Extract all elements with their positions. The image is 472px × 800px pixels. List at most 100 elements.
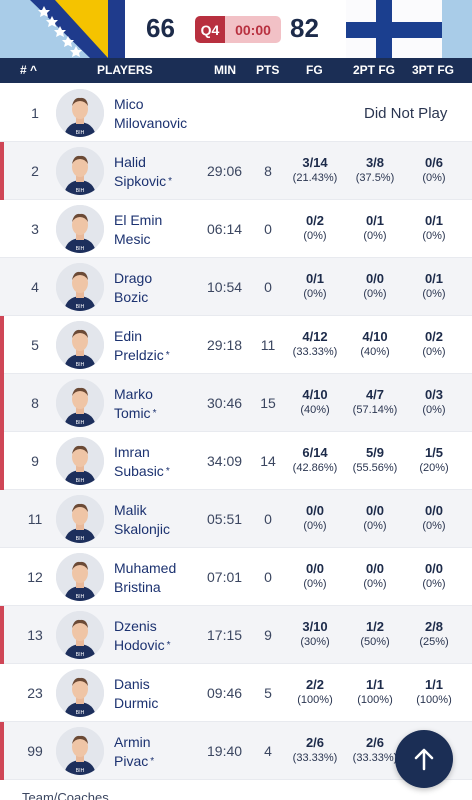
- 3pt-percent: (0%): [422, 346, 446, 358]
- fg-cell: 3/10 (30%): [285, 619, 345, 649]
- minutes-value: 06:14: [207, 221, 243, 237]
- player-last-name: Pivac: [114, 753, 149, 769]
- sort-number-header[interactable]: # ^: [20, 63, 37, 77]
- player-number: 4: [31, 279, 39, 295]
- player-name-link[interactable]: Muhamed Bristina: [114, 559, 176, 597]
- 3pt-cell: 0/2 (0%): [404, 329, 464, 359]
- fg-percent: (30%): [300, 636, 330, 648]
- starter-indicator: [0, 142, 4, 200]
- 2pt-cell: 5/9 (55.56%): [345, 445, 405, 475]
- scroll-to-top-button[interactable]: [395, 730, 453, 788]
- starter-asterisk: *: [150, 756, 155, 767]
- player-first-name: Edin: [114, 328, 143, 344]
- team-coaches-label: Team/Coaches: [22, 790, 109, 800]
- table-row[interactable]: 13 BIH Dzenis Hodovic * 17:15 9 3/10 (30%) 1/2 (50…: [0, 606, 472, 664]
- player-name-link[interactable]: Armin Pivac *: [114, 733, 154, 771]
- 3pt-fg-header[interactable]: 3PT FG: [412, 63, 454, 77]
- did-not-play-label: Did Not Play: [364, 105, 448, 122]
- player-table: 1 BIH Mico Milovanovic Did Not Play 2 BIH Halid…: [0, 84, 472, 780]
- starter-indicator: [0, 432, 4, 490]
- starter-indicator: [0, 374, 4, 432]
- player-name-link[interactable]: El Emin Mesic: [114, 211, 162, 249]
- player-name-link[interactable]: Marko Tomic *: [114, 385, 156, 423]
- table-row[interactable]: 8 BIH Marko Tomic * 30:46 15 4/10 (40%) 4/7 (57.14…: [0, 374, 472, 432]
- 2pt-made-attempted: 1/1: [365, 677, 385, 692]
- player-name-link[interactable]: Drago Bozic: [114, 269, 152, 307]
- fg-percent: (21.43%): [292, 172, 338, 184]
- home-score: 66: [146, 13, 175, 43]
- points-value: 0: [264, 569, 272, 585]
- 3pt-made-attempted: 0/1: [424, 213, 444, 228]
- 3pt-made-attempted: 0/2: [424, 329, 444, 344]
- player-number: 1: [31, 105, 39, 121]
- table-row[interactable]: 12 BIH Muhamed Bristina 07:01 0 0/0 (0%) 0/0 (0%)…: [0, 548, 472, 606]
- player-name-link[interactable]: Malik Skalonjic: [114, 501, 170, 539]
- table-row[interactable]: 23 BIH Danis Durmic 09:46 5 2/2 (100%) 1/1 (100%)…: [0, 664, 472, 722]
- player-first-name: Armin: [114, 734, 151, 750]
- player-last-name: Skalonjic: [114, 521, 171, 537]
- player-last-name: Sipkovic: [114, 173, 167, 189]
- svg-text:BIH: BIH: [76, 652, 85, 658]
- points-value: 0: [264, 221, 272, 237]
- player-first-name: Halid: [114, 154, 146, 170]
- table-row[interactable]: 11 BIH Malik Skalonjic 05:51 0 0/0 (0%) 0/0 (0%) 0…: [0, 490, 472, 548]
- svg-text:BIH: BIH: [76, 420, 85, 426]
- sort-caret-icon: ^: [30, 63, 38, 77]
- player-name-link[interactable]: Halid Sipkovic *: [114, 153, 172, 191]
- min-header[interactable]: MIN: [214, 63, 236, 77]
- players-header[interactable]: PLAYERS: [97, 63, 153, 77]
- table-row[interactable]: 4 BIH Drago Bozic 10:54 0 0/1 (0%) 0/0 (0%) 0/1 (0%…: [0, 258, 472, 316]
- fg-cell: 0/1 (0%): [285, 271, 345, 301]
- minutes-value: 17:15: [207, 627, 243, 643]
- fg-header[interactable]: FG: [306, 63, 323, 77]
- points-value: 9: [264, 627, 272, 643]
- player-avatar: BIH: [56, 321, 104, 369]
- minutes-value: 30:46: [207, 395, 243, 411]
- 2pt-made-attempted: 0/0: [365, 503, 385, 518]
- player-first-name: El Emin: [114, 212, 163, 228]
- table-row[interactable]: 5 BIH Edin Preldzic * 29:18 11 4/12 (33.33%) 4/10…: [0, 316, 472, 374]
- 2pt-cell: 4/10 (40%): [345, 329, 405, 359]
- minutes-value: 29:06: [207, 163, 243, 179]
- player-last-name: Subasic: [114, 463, 164, 479]
- points-value: 0: [264, 279, 272, 295]
- player-name-link[interactable]: Mico Milovanovic: [114, 95, 187, 133]
- 3pt-percent: (100%): [416, 694, 452, 706]
- points-value: 14: [260, 453, 276, 469]
- player-first-name: Malik: [114, 502, 147, 518]
- fg-made-attempted: 4/10: [302, 387, 328, 402]
- 3pt-made-attempted: 1/5: [424, 445, 444, 460]
- table-row[interactable]: 3 BIH El Emin Mesic 06:14 0 0/2 (0%) 0/1 (0%) 0/1 (…: [0, 200, 472, 258]
- table-row[interactable]: 1 BIH Mico Milovanovic Did Not Play: [0, 84, 472, 142]
- player-name-link[interactable]: Danis Durmic: [114, 675, 158, 713]
- table-row[interactable]: 2 BIH Halid Sipkovic * 29:06 8 3/14 (21.43%) 3/8 (…: [0, 142, 472, 200]
- 2pt-percent: (0%): [363, 230, 387, 242]
- svg-text:BIH: BIH: [76, 710, 85, 716]
- 2pt-made-attempted: 0/0: [365, 271, 385, 286]
- player-last-name: Milovanovic: [114, 115, 188, 131]
- 3pt-percent: (20%): [419, 462, 449, 474]
- 3pt-cell: 0/1 (0%): [404, 213, 464, 243]
- player-name-link[interactable]: Dzenis Hodovic *: [114, 617, 171, 655]
- starter-asterisk: *: [152, 408, 157, 419]
- fg-cell: 0/0 (0%): [285, 561, 345, 591]
- table-row[interactable]: 9 BIH Imran Subasic * 34:09 14 6/14 (42.86%) 5/9 (…: [0, 432, 472, 490]
- fg-cell: 4/12 (33.33%): [285, 329, 345, 359]
- 2pt-fg-header[interactable]: 2PT FG: [353, 63, 395, 77]
- 2pt-cell: 1/1 (100%): [345, 677, 405, 707]
- 2pt-percent: (100%): [357, 694, 393, 706]
- 3pt-cell: 2/8 (25%): [404, 619, 464, 649]
- player-number: 2: [31, 163, 39, 179]
- 3pt-cell: 1/1 (100%): [404, 677, 464, 707]
- starter-indicator: [0, 606, 4, 664]
- starter-asterisk: *: [168, 176, 173, 187]
- arrow-up-icon: [414, 748, 434, 771]
- player-name-link[interactable]: Edin Preldzic *: [114, 327, 170, 365]
- player-number: 11: [27, 511, 43, 527]
- 2pt-cell: 0/0 (0%): [345, 503, 405, 533]
- pts-header[interactable]: PTS: [256, 63, 279, 77]
- player-name-link[interactable]: Imran Subasic *: [114, 443, 170, 481]
- player-number: 8: [31, 395, 39, 411]
- svg-text:BIH: BIH: [76, 304, 85, 310]
- 3pt-cell: 0/0 (0%): [404, 561, 464, 591]
